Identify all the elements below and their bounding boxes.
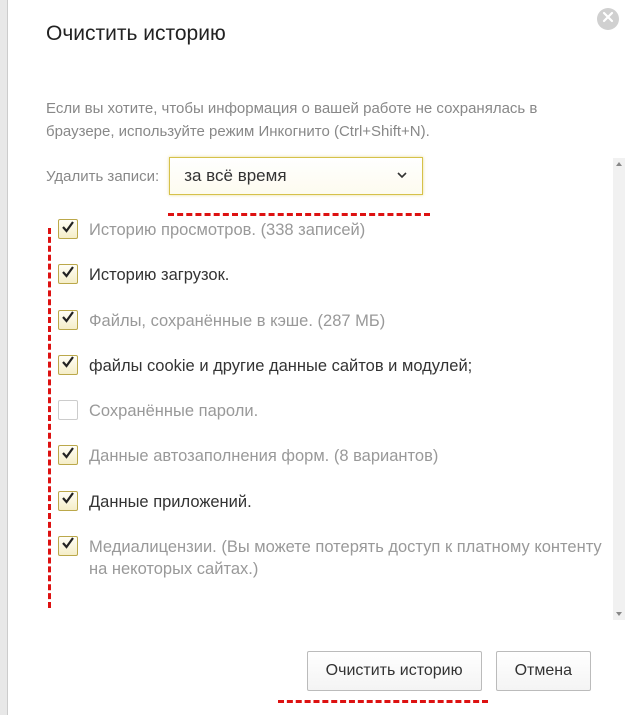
button-label: Отмена xyxy=(515,662,572,680)
options-list: Историю просмотров. (338 записей) Истори… xyxy=(46,219,615,580)
option-app-data: Данные приложений. xyxy=(46,491,615,513)
option-label: Файлы, сохранённые в кэше. xyxy=(89,312,313,330)
check-icon xyxy=(60,354,76,375)
dialog-title: Очистить историю xyxy=(46,22,615,46)
option-hint: (287 МБ) xyxy=(318,312,386,330)
check-icon xyxy=(60,535,76,556)
option-label: Сохранённые пароли. xyxy=(89,402,258,420)
cancel-button[interactable]: Отмена xyxy=(496,651,591,691)
scroll-up-button[interactable] xyxy=(613,158,625,170)
option-download-history: Историю загрузок. xyxy=(46,264,615,286)
scroll-down-button[interactable] xyxy=(613,608,625,620)
option-label: Данные приложений. xyxy=(89,493,252,511)
checkbox-media-licenses[interactable] xyxy=(58,536,78,556)
check-icon xyxy=(60,490,76,511)
checkbox-browsing-history[interactable] xyxy=(58,219,78,239)
close-icon xyxy=(602,10,614,28)
check-icon xyxy=(60,445,76,466)
check-icon xyxy=(60,309,76,330)
time-range-value: за всё время xyxy=(184,166,286,186)
check-icon xyxy=(60,219,76,240)
annotation-underline xyxy=(278,700,488,703)
scrollbar-track[interactable] xyxy=(613,170,625,608)
intro-text: Если вы хотите, чтобы информация о вашей… xyxy=(46,98,566,143)
time-range-row: Удалить записи: за всё время xyxy=(46,157,615,195)
checkbox-autofill[interactable] xyxy=(58,445,78,465)
clear-history-dialog: Очистить историю Если вы хотите, чтобы и… xyxy=(8,0,629,715)
close-button[interactable] xyxy=(597,8,619,30)
option-cached-files: Файлы, сохранённые в кэше. (287 МБ) xyxy=(46,310,615,332)
checkbox-download-history[interactable] xyxy=(58,264,78,284)
checkbox-cached-files[interactable] xyxy=(58,310,78,330)
option-hint: (338 записей) xyxy=(261,221,366,239)
checkbox-cookies[interactable] xyxy=(58,355,78,375)
option-cookies: файлы cookie и другие данные сайтов и мо… xyxy=(46,355,615,377)
clear-history-button[interactable]: Очистить историю xyxy=(307,651,482,691)
checkbox-app-data[interactable] xyxy=(58,491,78,511)
option-hint: (8 вариантов) xyxy=(334,447,439,465)
option-label: Историю просмотров. xyxy=(89,221,256,239)
option-browsing-history: Историю просмотров. (338 записей) xyxy=(46,219,615,241)
option-label: Историю загрузок. xyxy=(89,266,229,284)
option-media-licenses: Медиалицензии. (Вы можете потерять досту… xyxy=(46,536,615,581)
annotation-underline xyxy=(168,213,430,216)
option-autofill: Данные автозаполнения форм. (8 вариантов… xyxy=(46,445,615,467)
option-saved-passwords: Сохранённые пароли. xyxy=(46,400,615,422)
annotation-vertical-line xyxy=(48,228,51,608)
time-range-label: Удалить записи: xyxy=(46,168,159,185)
option-label: файлы cookie и другие данные сайтов и мо… xyxy=(89,357,472,375)
check-icon xyxy=(60,264,76,285)
checkbox-saved-passwords[interactable] xyxy=(58,400,78,420)
option-label: Данные автозаполнения форм. xyxy=(89,447,329,465)
dialog-actions: Очистить историю Отмена xyxy=(307,651,591,691)
button-label: Очистить историю xyxy=(326,662,463,680)
window-edge xyxy=(0,0,8,715)
option-label: Медиалицензии. xyxy=(89,538,217,556)
chevron-down-icon xyxy=(396,166,408,186)
time-range-select[interactable]: за всё время xyxy=(169,157,423,195)
